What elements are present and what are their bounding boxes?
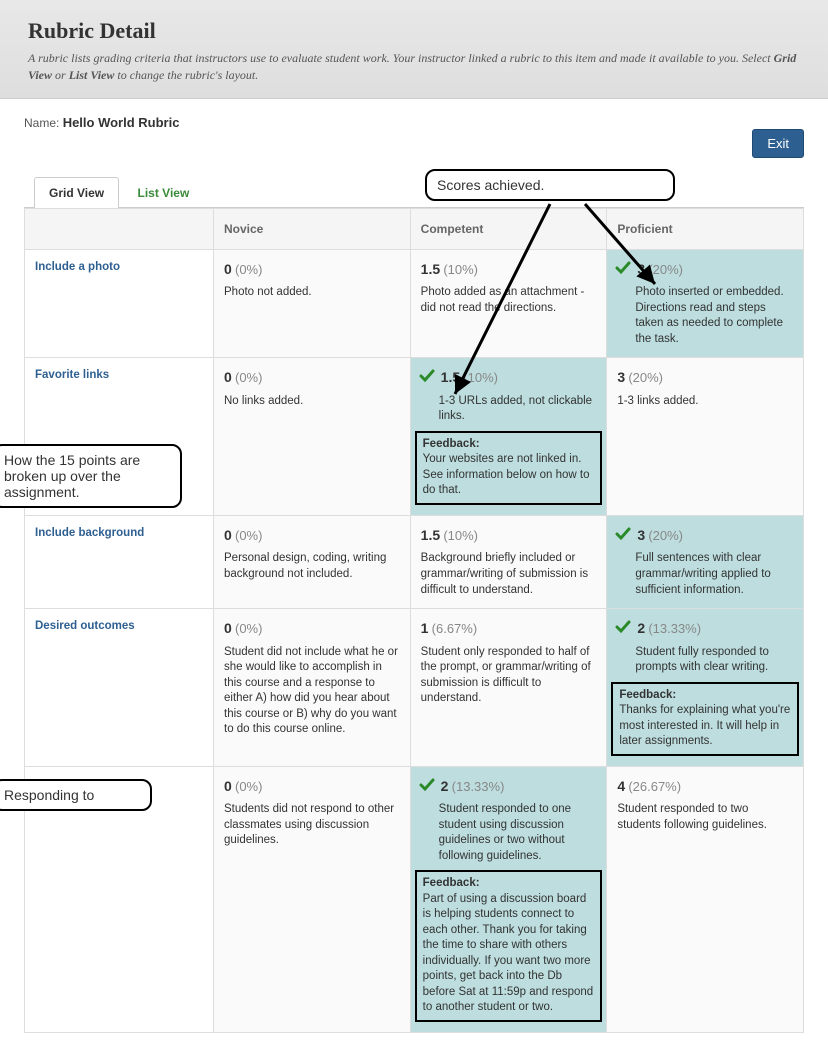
rubric-table: Novice Competent Proficient Include a ph…: [24, 208, 804, 1033]
rubric-name: Hello World Rubric: [63, 115, 180, 130]
col-criteria: [24, 208, 214, 250]
page-header: Rubric Detail A rubric lists grading cri…: [0, 0, 828, 99]
feedback-box: Feedback: Your websites are not linked i…: [415, 431, 603, 505]
col-competent: Competent: [411, 208, 608, 250]
checkmark-icon: [615, 260, 631, 276]
page-description: A rubric lists grading criteria that ins…: [28, 50, 800, 84]
feedback-box: Feedback: Part of using a discussion boa…: [415, 870, 603, 1022]
table-row: Include a photo 0 (0%) Photo not added. …: [24, 250, 804, 359]
exit-button[interactable]: Exit: [752, 129, 804, 158]
cell-proficient[interactable]: 4 (26.67%) Student responded to two stud…: [607, 767, 804, 1033]
table-row: Include background 0 (0%) Personal desig…: [24, 516, 804, 609]
view-tabs: Grid View List View: [24, 176, 804, 208]
tab-grid-view[interactable]: Grid View: [34, 177, 119, 208]
cell-proficient[interactable]: 2 (13.33%) Student fully responded to pr…: [607, 609, 804, 767]
checkmark-icon: [615, 619, 631, 635]
table-row: Desired outcomes 0 (0%) Student did not …: [24, 609, 804, 767]
checkmark-icon: [615, 526, 631, 542]
cell-novice[interactable]: 0 (0%) No links added.: [214, 358, 411, 516]
criteria-label: Include a photo: [24, 250, 214, 359]
cell-novice[interactable]: 0 (0%) Photo not added.: [214, 250, 411, 359]
page-title: Rubric Detail: [28, 18, 800, 44]
cell-proficient[interactable]: 3 (20%) Photo inserted or embedded. Dire…: [607, 250, 804, 359]
cell-novice[interactable]: 0 (0%) Students did not respond to other…: [214, 767, 411, 1033]
criteria-label: Desired outcomes: [24, 609, 214, 767]
cell-competent[interactable]: 1.5 (10%) 1-3 URLs added, not clickable …: [411, 358, 608, 516]
checkmark-icon: [419, 368, 435, 384]
criteria-label: Include background: [24, 516, 214, 609]
cell-proficient[interactable]: 3 (20%) 1-3 links added.: [607, 358, 804, 516]
cell-competent[interactable]: 1.5 (10%) Background briefly included or…: [411, 516, 608, 609]
content: Name: Hello World Rubric Exit Grid View …: [0, 99, 828, 1063]
col-proficient: Proficient: [607, 208, 804, 250]
cell-proficient[interactable]: 3 (20%) Full sentences with clear gramma…: [607, 516, 804, 609]
rubric-name-row: Name: Hello World Rubric: [24, 115, 804, 130]
cell-novice[interactable]: 0 (0%) Student did not include what he o…: [214, 609, 411, 767]
annotation-points-breakdown: How the 15 points are broken up over the…: [0, 444, 182, 508]
tab-list-view[interactable]: List View: [122, 177, 204, 208]
annotation-responding: Responding to: [0, 779, 152, 811]
name-label: Name:: [24, 116, 63, 130]
cell-competent[interactable]: 1.5 (10%) Photo added as an attachment -…: [411, 250, 608, 359]
checkmark-icon: [419, 777, 435, 793]
col-novice: Novice: [214, 208, 411, 250]
cell-competent[interactable]: 2 (13.33%) Student responded to one stud…: [411, 767, 608, 1033]
cell-novice[interactable]: 0 (0%) Personal design, coding, writing …: [214, 516, 411, 609]
annotation-scores: Scores achieved.: [425, 169, 675, 201]
feedback-box: Feedback: Thanks for explaining what you…: [611, 682, 799, 756]
cell-competent[interactable]: 1 (6.67%) Student only responded to half…: [411, 609, 608, 767]
